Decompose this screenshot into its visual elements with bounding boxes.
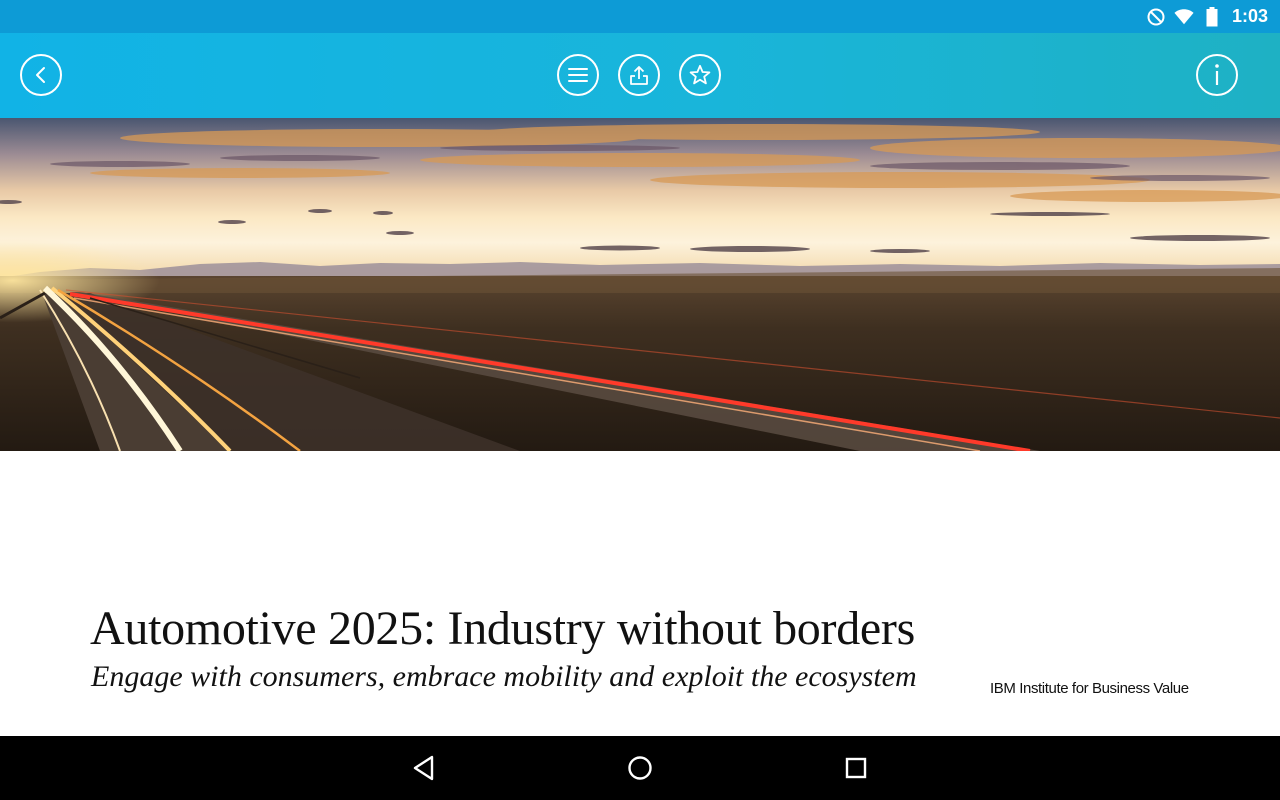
info-icon xyxy=(1215,64,1219,85)
favorite-button[interactable] xyxy=(679,54,721,96)
nav-back-button[interactable] xyxy=(406,750,442,786)
menu-button[interactable] xyxy=(557,54,599,96)
app-toolbar xyxy=(0,33,1280,118)
highway-sunset-photo xyxy=(0,118,1280,451)
do-not-disturb-icon xyxy=(1146,7,1166,27)
hero-image xyxy=(0,118,1280,451)
document-subtitle: Engage with consumers, embrace mobility … xyxy=(91,660,917,693)
share-button[interactable] xyxy=(618,54,660,96)
chevron-left-icon xyxy=(36,67,45,83)
document-cover: Automotive 2025: Industry without border… xyxy=(0,451,1280,736)
nav-home-button[interactable] xyxy=(622,750,658,786)
system-nav-bar xyxy=(0,736,1280,800)
info-button[interactable] xyxy=(1196,54,1238,96)
back-icon xyxy=(413,755,434,781)
star-icon xyxy=(689,64,711,85)
back-button[interactable] xyxy=(20,54,62,96)
wifi-icon xyxy=(1174,7,1194,27)
document-title: Automotive 2025: Industry without border… xyxy=(90,602,915,655)
status-time: 1:03 xyxy=(1231,6,1268,26)
recents-icon xyxy=(845,757,867,779)
nav-recents-button[interactable] xyxy=(838,750,874,786)
status-bar: 1:03 xyxy=(0,0,1280,33)
menu-icon xyxy=(568,68,588,82)
share-icon xyxy=(630,66,648,85)
publisher-label: IBM Institute for Business Value xyxy=(990,680,1189,697)
home-icon xyxy=(628,756,652,780)
battery-icon xyxy=(1202,6,1222,27)
